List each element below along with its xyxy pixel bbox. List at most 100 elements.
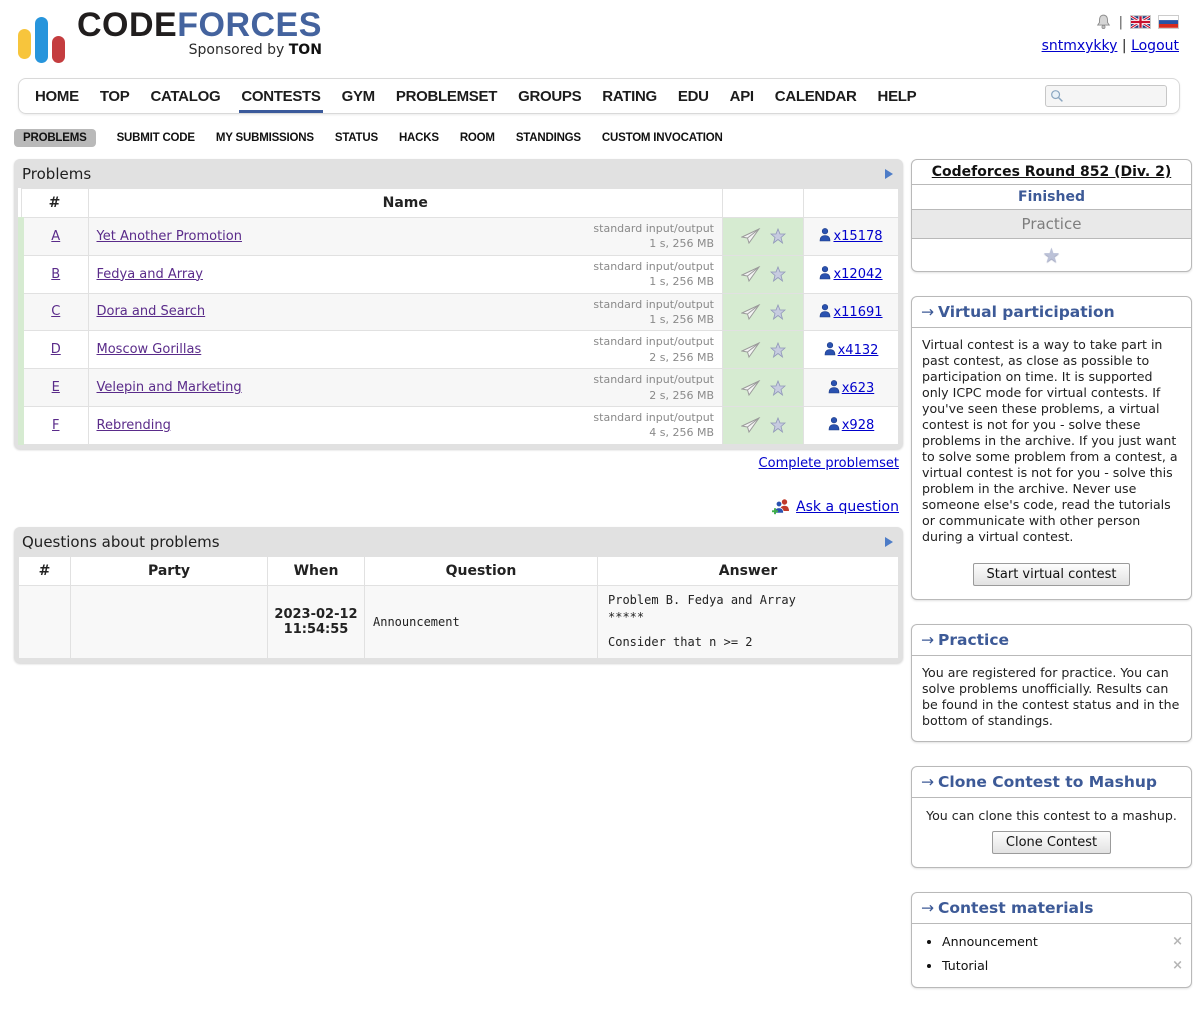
problem-index-link[interactable]: F (52, 418, 59, 433)
codeforces-logo[interactable]: CODEFORCES Sponsored by TON (18, 8, 322, 72)
subnav-hacks[interactable]: HACKS (399, 132, 439, 144)
subnav-submit-code[interactable]: SUBMIT CODE (117, 132, 195, 144)
close-icon[interactable]: × (1172, 934, 1183, 949)
nav-item-home[interactable]: HOME (35, 81, 79, 112)
subnav-custom-invocation[interactable]: CUSTOM INVOCATION (602, 132, 723, 144)
favorite-star-icon[interactable] (770, 342, 786, 358)
questions-caption: Questions about problems (22, 533, 220, 551)
search-box[interactable] (1045, 85, 1167, 107)
problem-name-link[interactable]: Fedya and Array (97, 267, 203, 282)
col-header-actions (723, 189, 804, 218)
subnav-my-submissions[interactable]: MY SUBMISSIONS (216, 132, 314, 144)
solved-count-link[interactable]: x4132 (838, 343, 879, 358)
submit-plane-icon[interactable] (741, 228, 761, 244)
search-input[interactable] (1067, 88, 1155, 104)
questions-table: # Party When Question Answer 2023-02-12 … (18, 556, 899, 659)
problem-index-link[interactable]: B (51, 267, 60, 282)
submit-plane-icon[interactable] (741, 380, 761, 396)
submit-plane-icon[interactable] (741, 304, 761, 320)
username-link[interactable]: sntmxykky (1042, 38, 1118, 54)
nav-item-top[interactable]: TOP (100, 81, 130, 112)
favorite-star-icon[interactable] (770, 228, 786, 244)
material-tutorial-link[interactable]: Tutorial (942, 958, 988, 973)
problem-index-link[interactable]: D (51, 342, 61, 357)
problem-index-link[interactable]: C (51, 304, 60, 319)
table-row: F Rebrending standard input/output4 s, 2… (21, 406, 899, 444)
flag-uk-icon[interactable] (1130, 15, 1151, 29)
nav-item-groups[interactable]: GROUPS (518, 81, 581, 112)
logout-link[interactable]: Logout (1131, 38, 1179, 54)
logo-code: CODE (77, 6, 177, 44)
problem-io: standard input/output (593, 410, 714, 425)
problem-io: standard input/output (593, 372, 714, 387)
problems-table: # Name A Yet Another Promotion standard … (18, 188, 899, 445)
solved-count-link[interactable]: x12042 (833, 267, 882, 282)
problem-limits: 1 s, 256 MB (593, 274, 714, 289)
favorite-star-icon[interactable] (770, 266, 786, 282)
clone-contest-button[interactable]: Clone Contest (992, 831, 1111, 854)
nav-item-gym[interactable]: GYM (342, 81, 375, 112)
problem-name-link[interactable]: Dora and Search (97, 304, 206, 319)
nav-item-contests[interactable]: CONTESTS (241, 81, 320, 112)
table-row: A Yet Another Promotion standard input/o… (21, 218, 899, 256)
nav-item-edu[interactable]: EDU (678, 81, 709, 112)
question-text: Announcement (365, 585, 598, 658)
problem-index-link[interactable]: E (52, 380, 60, 395)
material-announcement-link[interactable]: Announcement (942, 934, 1038, 949)
subnav-status[interactable]: STATUS (335, 132, 378, 144)
submit-plane-icon[interactable] (741, 417, 761, 433)
table-row: D Moscow Gorillas standard input/output2… (21, 331, 899, 369)
problem-name-link[interactable]: Yet Another Promotion (97, 229, 242, 244)
favorite-star-icon[interactable] (770, 304, 786, 320)
problem-name-link[interactable]: Rebrending (97, 418, 171, 433)
clone-text: You can clone this contest to a mashup. (912, 798, 1191, 825)
clone-contest-box: →Clone Contest to Mashup You can clone t… (911, 766, 1192, 868)
complete-problemset-link[interactable]: Complete problemset (759, 456, 899, 471)
submit-plane-icon[interactable] (741, 342, 761, 358)
solved-count-link[interactable]: x11691 (833, 305, 882, 320)
problems-table-container: Problems # Name A (14, 159, 903, 449)
nav-item-help[interactable]: HELP (878, 81, 917, 112)
problem-limits: 2 s, 256 MB (593, 350, 714, 365)
nav-item-catalog[interactable]: CATALOG (150, 81, 220, 112)
table-row: E Velepin and Marketing standard input/o… (21, 369, 899, 407)
caption-arrow-icon: → (921, 899, 934, 917)
solved-count-link[interactable]: x15178 (833, 229, 882, 244)
solved-count-link[interactable]: x928 (842, 418, 875, 433)
question-answer: Problem B. Fedya and Array ***** Conside… (598, 585, 899, 658)
problem-index-link[interactable]: A (51, 229, 60, 244)
caption-arrow-icon: → (921, 773, 934, 791)
favorite-star-icon[interactable] (770, 380, 786, 396)
col-header-index: # (21, 189, 88, 218)
solved-count-link[interactable]: x623 (842, 381, 875, 396)
problem-name-link[interactable]: Moscow Gorillas (97, 342, 202, 357)
start-virtual-contest-button[interactable]: Start virtual contest (973, 563, 1131, 586)
table-row: 2023-02-12 11:54:55 Announcement Problem… (19, 585, 899, 658)
contest-mode: Practice (912, 210, 1191, 239)
contest-title-link[interactable]: Codeforces Round 852 (Div. 2) (932, 164, 1171, 180)
practice-title: Practice (938, 631, 1009, 649)
logo-wordmark: CODEFORCES (77, 8, 322, 42)
flag-ru-icon[interactable] (1158, 15, 1179, 29)
subnav-standings[interactable]: STANDINGS (516, 132, 581, 144)
questions-expand-arrow-icon[interactable] (885, 537, 893, 547)
favorite-star-icon[interactable] (770, 417, 786, 433)
problem-io: standard input/output (593, 334, 714, 349)
contest-favorite-star-icon[interactable]: ★ (1043, 243, 1061, 267)
problem-limits: 1 s, 256 MB (593, 236, 714, 251)
solved-person-icon (819, 304, 831, 318)
subnav-problems[interactable]: PROBLEMS (14, 129, 96, 147)
close-icon[interactable]: × (1172, 958, 1183, 973)
ask-question-link[interactable]: Ask a question (796, 499, 899, 515)
bell-icon[interactable] (1095, 14, 1112, 30)
nav-item-api[interactable]: API (730, 81, 754, 112)
nav-item-rating[interactable]: RATING (602, 81, 657, 112)
problems-expand-arrow-icon[interactable] (885, 169, 893, 179)
submit-plane-icon[interactable] (741, 266, 761, 282)
logo-bar-blue (35, 17, 48, 63)
problem-name-link[interactable]: Velepin and Marketing (97, 380, 242, 395)
caption-arrow-icon: → (921, 631, 934, 649)
subnav-room[interactable]: ROOM (460, 132, 495, 144)
nav-item-calendar[interactable]: CALENDAR (775, 81, 857, 112)
nav-item-problemset[interactable]: PROBLEMSET (396, 81, 497, 112)
